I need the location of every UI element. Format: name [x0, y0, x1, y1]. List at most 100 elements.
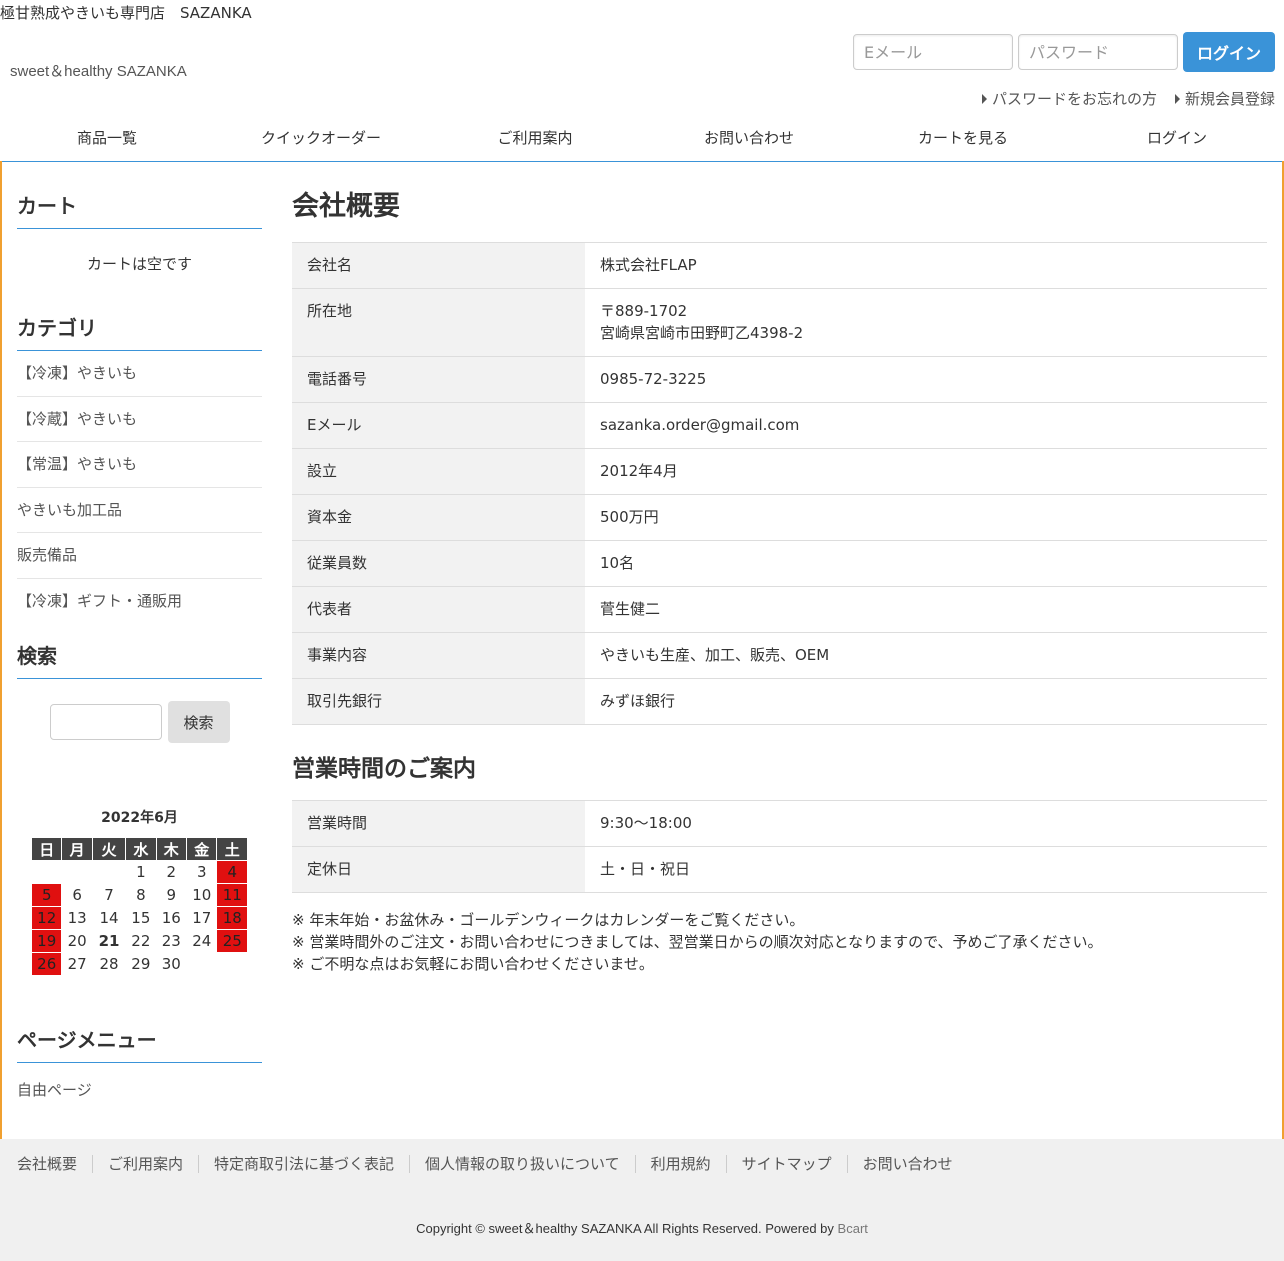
calendar-day: 2 [166, 863, 177, 881]
calendar-day: 23 [161, 932, 181, 950]
calendar-day: 11 [217, 884, 247, 906]
row-value: 0985-72-3225 [600, 370, 707, 388]
footer-link[interactable]: 特定商取引法に基づく表記 [198, 1155, 409, 1173]
calendar-day: 12 [32, 907, 62, 929]
row-value: やきいも生産、加工、販売、OEM [600, 646, 830, 664]
nav-quick-order[interactable]: クイックオーダー [214, 116, 428, 161]
company-row: Eメール sazanka.order@gmail.com [292, 402, 1267, 449]
caret-right-icon [1174, 93, 1180, 104]
company-row: 取引先銀行 みずほ銀行 [292, 678, 1267, 725]
calendar-day: 21 [98, 932, 120, 950]
hours-row: 定休日 土・日・祝日 [292, 846, 1267, 893]
category-item[interactable]: 【冷凍】ギフト・通販用 [17, 579, 262, 625]
company-row: 代表者 菅生健二 [292, 586, 1267, 633]
calendar-day: 16 [161, 909, 181, 927]
forgot-password-link[interactable]: パスワードをお忘れの方 [981, 88, 1157, 109]
calendar-weekday: 日 [32, 838, 62, 860]
nav-cart[interactable]: カートを見る [856, 116, 1070, 161]
footer-link[interactable]: サイトマップ [725, 1155, 847, 1173]
row-value: 株式会社FLAP [600, 256, 697, 274]
calendar-day: 18 [217, 907, 247, 929]
row-label: 電話番号 [292, 356, 585, 403]
company-row: 資本金 500万円 [292, 494, 1267, 541]
calendar-weekday: 火 [92, 838, 126, 860]
login-button[interactable]: ログイン [1183, 32, 1275, 72]
row-value: みずほ銀行 [600, 692, 676, 710]
calendar-day: 1 [136, 863, 146, 881]
email-field[interactable] [853, 34, 1013, 70]
row-value: 菅生健二 [600, 600, 661, 618]
nav-contact[interactable]: お問い合わせ [642, 116, 856, 161]
calendar-day: 15 [131, 909, 151, 927]
calendar-day: 10 [192, 886, 212, 904]
footer-link[interactable]: お問い合わせ [846, 1155, 968, 1173]
calendar-weekday: 土 [217, 838, 247, 860]
company-table: 会社名 株式会社FLAP 所在地 〒889-1702 宮崎県宮崎市田野町乙4398-2 電… [292, 242, 1267, 725]
calendar-day: 3 [196, 863, 207, 881]
row-label: 所在地 [292, 288, 585, 357]
account-links: パスワードをお忘れの方 新規会員登録 [981, 88, 1275, 109]
notes: ※ 年末年始・お盆休み・ゴールデンウィークはカレンダーをご覧ください。 ※ 営業… [292, 909, 1267, 975]
footer: 会社概要 ご利用案内 特定商取引法に基づく表記 個人情報の取り扱いについて 利用… [0, 1139, 1284, 1261]
row-label: 定休日 [292, 846, 585, 893]
search-input[interactable] [49, 704, 162, 740]
nav-guide[interactable]: ご利用案内 [428, 116, 642, 161]
calendar-day: 25 [217, 930, 247, 952]
calendar-day: 24 [192, 932, 212, 950]
shop-logo-text[interactable]: sweet＆healthy SAZANKA [10, 60, 187, 81]
row-label: 資本金 [292, 494, 585, 541]
category-item[interactable]: 販売備品 [17, 533, 262, 579]
note-line: ※ ご不明な点はお気軽にお問い合わせくださいませ。 [292, 955, 654, 973]
calendar-day: 4 [217, 861, 247, 883]
main-content: 会社概要 会社名 株式会社FLAP 所在地 〒889-1702 宮崎県宮崎市田野町乙43… [292, 184, 1267, 975]
calendar-day: 22 [131, 932, 151, 950]
category-item[interactable]: やきいも加工品 [17, 488, 262, 533]
page-title: 会社概要 [292, 191, 400, 222]
nav-products[interactable]: 商品一覧 [0, 116, 214, 161]
footer-link[interactable]: ご利用案内 [92, 1155, 198, 1173]
calendar-day: 29 [131, 955, 151, 973]
search-heading: 検索 [17, 640, 262, 679]
company-row: 従業員数 10名 [292, 540, 1267, 587]
search-button[interactable]: 検索 [167, 701, 230, 743]
calendar-day: 28 [99, 955, 119, 973]
category-heading: カテゴリ [17, 312, 262, 351]
category-item[interactable]: 【冷凍】やきいも [17, 351, 262, 397]
row-value: 〒889-1702 宮崎県宮崎市田野町乙4398-2 [600, 302, 804, 342]
global-nav: 商品一覧 クイックオーダー ご利用案内 お問い合わせ カートを見る ログイン [0, 116, 1284, 162]
category-item[interactable]: 【常温】やきいも [17, 442, 262, 488]
company-row: 設立 2012年4月 [292, 448, 1267, 495]
business-calendar: 2022年6月 日月火水木金土 1 2 3 4 5 6 7 8 9 10 11 12 13 14 15 16 1… [32, 807, 247, 976]
calendar-empty-cell [217, 953, 247, 975]
footer-link[interactable]: 会社概要 [17, 1155, 92, 1173]
row-value: 土・日・祝日 [600, 860, 691, 878]
row-value: 2012年4月 [600, 462, 678, 480]
calendar-day: 26 [32, 953, 62, 975]
page-menu: ページメニュー 自由ページ [17, 1024, 262, 1100]
calendar-day: 5 [32, 884, 62, 906]
row-value: sazanka.order@gmail.com [600, 416, 800, 434]
cart-empty-message: カートは空です [86, 255, 192, 273]
bcart-link[interactable]: Bcart [838, 1221, 868, 1236]
register-link[interactable]: 新規会員登録 [1174, 88, 1275, 109]
company-row: 所在地 〒889-1702 宮崎県宮崎市田野町乙4398-2 [292, 288, 1267, 357]
calendar-day: 30 [161, 955, 181, 973]
company-row: 電話番号 0985-72-3225 [292, 356, 1267, 403]
footer-link[interactable]: 個人情報の取り扱いについて [409, 1155, 635, 1173]
row-label: 取引先銀行 [292, 678, 585, 725]
nav-login[interactable]: ログイン [1070, 116, 1284, 161]
category-item[interactable]: 【冷蔵】やきいも [17, 397, 262, 442]
calendar-day: 17 [192, 909, 212, 927]
page-menu-item[interactable]: 自由ページ [17, 1063, 262, 1100]
calendar-weekday: 金 [187, 838, 217, 860]
hours-heading: 営業時間のご案内 [292, 756, 476, 782]
password-field[interactable] [1018, 34, 1178, 70]
sidebar: カート カートは空です カテゴリ 【冷凍】やきいも 【冷蔵】やきいも 【常温】や… [17, 190, 262, 1100]
calendar-empty-cell [62, 861, 91, 883]
footer-link[interactable]: 利用規約 [634, 1155, 726, 1173]
calendar-empty-cell [32, 861, 61, 883]
site-tagline: 極甘熟成やきいも専門店 SAZANKA [0, 4, 252, 22]
company-row: 会社名 株式会社FLAP [292, 242, 1267, 289]
calendar-grid: 日月火水木金土 1 2 3 4 5 6 7 8 9 10 11 12 13 14 15 16 17 18 19 20 2… [31, 837, 248, 976]
company-row: 事業内容 やきいも生産、加工、販売、OEM [292, 632, 1267, 679]
